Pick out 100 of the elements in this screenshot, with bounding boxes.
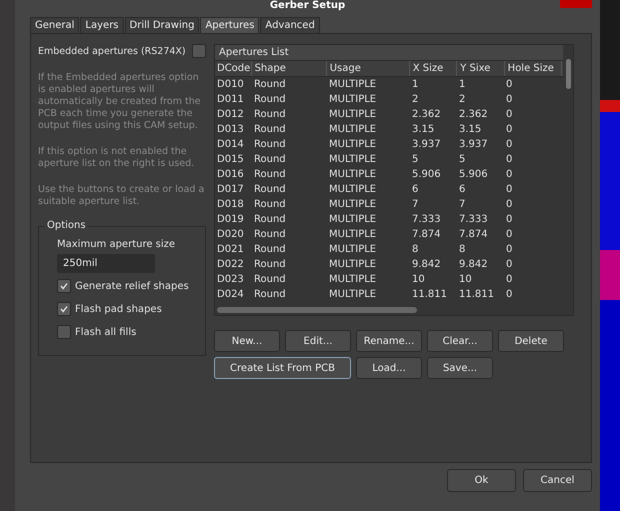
- table-cell-text: 0: [505, 274, 514, 285]
- button[interactable]: Clear...: [427, 330, 493, 352]
- table-cell-text: 0: [505, 94, 514, 105]
- table-cell-text: MULTIPLE: [328, 244, 378, 255]
- column-header[interactable]: Shape: [252, 61, 327, 76]
- table-cell-text: 11.811: [458, 289, 495, 300]
- table-cell-text: 11.811: [411, 289, 448, 300]
- tab[interactable]: Layers: [80, 17, 124, 33]
- button[interactable]: Save...: [427, 357, 493, 379]
- table-cell-text: 7.874: [411, 229, 442, 240]
- button[interactable]: Ok: [447, 469, 516, 492]
- table-cell-text: MULTIPLE: [328, 259, 378, 270]
- checkmark-icon: [59, 281, 69, 291]
- embedded-apertures-label: Embedded apertures (RS274X): [38, 46, 186, 56]
- table-cell-text: 5.906: [411, 169, 442, 180]
- table-cell-text: D011: [216, 94, 245, 105]
- table-cell-text: MULTIPLE: [328, 274, 378, 285]
- table-cell-text: 3.937: [411, 139, 442, 150]
- table-cell-text: 7.874: [458, 229, 489, 240]
- table-cell-text: 10: [458, 274, 473, 285]
- table-cell-text: 7: [458, 199, 466, 210]
- help-text: If the Embedded apertures option is enabled apertures will automatically be created from the PCB each time you generate the output files using this CAM setup.: [38, 72, 202, 132]
- list-title: Apertures List: [215, 45, 563, 61]
- button[interactable]: Rename...: [356, 330, 422, 352]
- button[interactable]: New...: [214, 330, 280, 352]
- table-cell-text: Round: [253, 259, 287, 270]
- checkbox[interactable]: [192, 44, 206, 58]
- checkbox[interactable]: [57, 325, 71, 339]
- table-cell-text: 7.333: [411, 214, 442, 225]
- tab[interactable]: Drill Drawing: [124, 17, 200, 33]
- column-header[interactable]: DCode: [215, 61, 252, 76]
- button[interactable]: Create List From PCB: [214, 357, 351, 379]
- table-cell-text: MULTIPLE: [328, 94, 378, 105]
- table-cell-text: MULTIPLE: [328, 79, 378, 90]
- table-cell-text: 2.362: [458, 109, 489, 120]
- table-cell-text: D024: [216, 289, 245, 300]
- input-field[interactable]: 250mil: [57, 254, 155, 273]
- table-cell-text: 0: [505, 124, 514, 135]
- table-cell-text: D022: [216, 259, 245, 270]
- table-cell-text: Round: [253, 124, 287, 135]
- tab[interactable]: General: [30, 17, 80, 33]
- table-cell-text: D016: [216, 169, 245, 180]
- table-cell-text: Round: [253, 274, 287, 285]
- checkbox-label: Flash all fills: [75, 326, 136, 338]
- checkbox[interactable]: [57, 302, 71, 316]
- table-cell-text: 7.333: [458, 214, 489, 225]
- checkbox[interactable]: [57, 279, 71, 293]
- checkmark-icon: [59, 304, 69, 314]
- help-text: Use the buttons to create or load a suitable aperture list.: [38, 184, 206, 208]
- table-cell-text: MULTIPLE: [328, 199, 378, 210]
- column-header[interactable]: Hole Size: [506, 61, 562, 76]
- table-cell-text: 10: [411, 274, 426, 285]
- column-header[interactable]: X Size: [410, 61, 458, 76]
- table-cell-text: 0: [505, 289, 514, 300]
- table-cell-text: 2: [411, 94, 420, 105]
- table-cell-text: D020: [216, 229, 245, 240]
- table-cell-text: Round: [253, 229, 287, 240]
- table-cell-text: 3.15: [411, 124, 436, 135]
- table-cell-text: 0: [505, 109, 514, 120]
- table-cell-text: 0: [505, 259, 514, 270]
- table-cell-text: 8: [411, 244, 420, 255]
- help-text: If this option is not enabled the aperture list on the right is used.: [38, 146, 196, 170]
- group-title: Options: [45, 220, 88, 231]
- table-cell-text: Round: [253, 199, 287, 210]
- table-cell-text: 5: [411, 154, 420, 165]
- table-cell-text: MULTIPLE: [328, 139, 378, 150]
- table-cell-text: 0: [505, 229, 514, 240]
- table-cell-text: 0: [505, 244, 514, 255]
- button[interactable]: Edit...: [285, 330, 351, 352]
- table-cell-text: 9.842: [458, 259, 489, 270]
- table-cell-text: Round: [253, 289, 287, 300]
- table-cell-text: Round: [253, 109, 287, 120]
- table-cell-text: 0: [505, 199, 514, 210]
- table-cell-text: MULTIPLE: [328, 184, 378, 195]
- tab[interactable]: Advanced: [260, 17, 320, 33]
- table-cell-text: Round: [253, 154, 287, 165]
- field-label: Maximum aperture size: [57, 239, 176, 250]
- table-cell-text: D012: [216, 109, 245, 120]
- window-title: Gerber Setup: [270, 0, 346, 13]
- column-header[interactable]: Y Sixe: [458, 61, 505, 76]
- tab[interactable]: Apertures: [200, 17, 260, 33]
- table-cell-text: MULTIPLE: [328, 214, 378, 225]
- table-cell-text: Round: [253, 169, 287, 180]
- table-cell-text: Round: [253, 184, 287, 195]
- button[interactable]: Delete: [498, 330, 564, 352]
- table-cell-text: 7: [411, 199, 420, 210]
- table-cell-text: D014: [216, 139, 245, 150]
- table-cell-text: 5.906: [458, 169, 489, 180]
- table-cell-text: Round: [253, 94, 287, 105]
- table-cell-text: 2.362: [411, 109, 442, 120]
- button[interactable]: Cancel: [523, 469, 592, 492]
- table-cell-text: 0: [505, 169, 514, 180]
- table-cell-text: D017: [216, 184, 245, 195]
- button[interactable]: Load...: [356, 357, 422, 379]
- checkbox-label: Generate relief shapes: [75, 280, 189, 292]
- table-cell-text: 0: [505, 154, 514, 165]
- table-cell-text: MULTIPLE: [328, 169, 378, 180]
- table-cell-text: MULTIPLE: [328, 154, 378, 165]
- column-header[interactable]: Usage: [328, 61, 410, 76]
- table-cell-text: 3.937: [458, 139, 489, 150]
